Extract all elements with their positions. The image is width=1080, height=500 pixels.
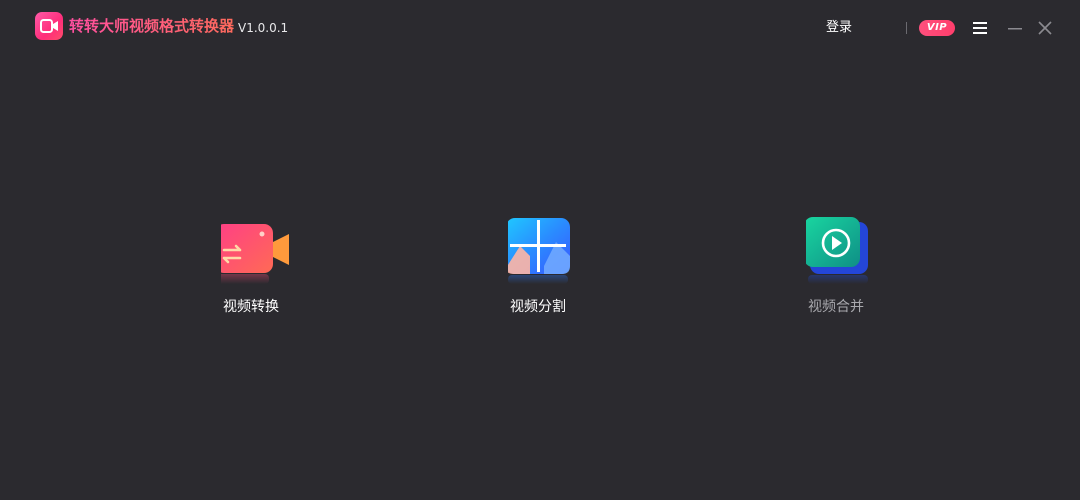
video-convert-icon: [215, 220, 301, 290]
feature-video-merge[interactable]: 视频合并: [766, 216, 906, 326]
minimize-icon[interactable]: [1005, 18, 1025, 38]
app-title: 转转大师视频格式转换器: [69, 17, 235, 35]
video-merge-icon: [804, 216, 886, 286]
login-button[interactable]: 登录: [826, 19, 852, 37]
feature-video-convert[interactable]: 视频转换: [181, 220, 321, 330]
divider: [906, 22, 907, 34]
close-icon[interactable]: [1035, 18, 1055, 38]
main-window: 转转大师视频格式转换器 V1.0.0.1 登录 VIP 视频转换 视频分割 视频…: [0, 0, 1080, 500]
feature-label: 视频合并: [808, 299, 864, 315]
vip-button[interactable]: VIP: [919, 20, 955, 36]
hamburger-menu-icon[interactable]: [970, 18, 990, 38]
feature-label: 视频分割: [510, 299, 566, 315]
feature-video-split[interactable]: 视频分割: [468, 216, 608, 326]
title-bar: 转转大师视频格式转换器 V1.0.0.1 登录 VIP: [0, 0, 1080, 56]
app-logo-icon: [35, 12, 63, 40]
video-split-icon: [506, 216, 588, 286]
feature-label: 视频转换: [223, 299, 279, 315]
app-version: V1.0.0.1: [238, 21, 289, 35]
